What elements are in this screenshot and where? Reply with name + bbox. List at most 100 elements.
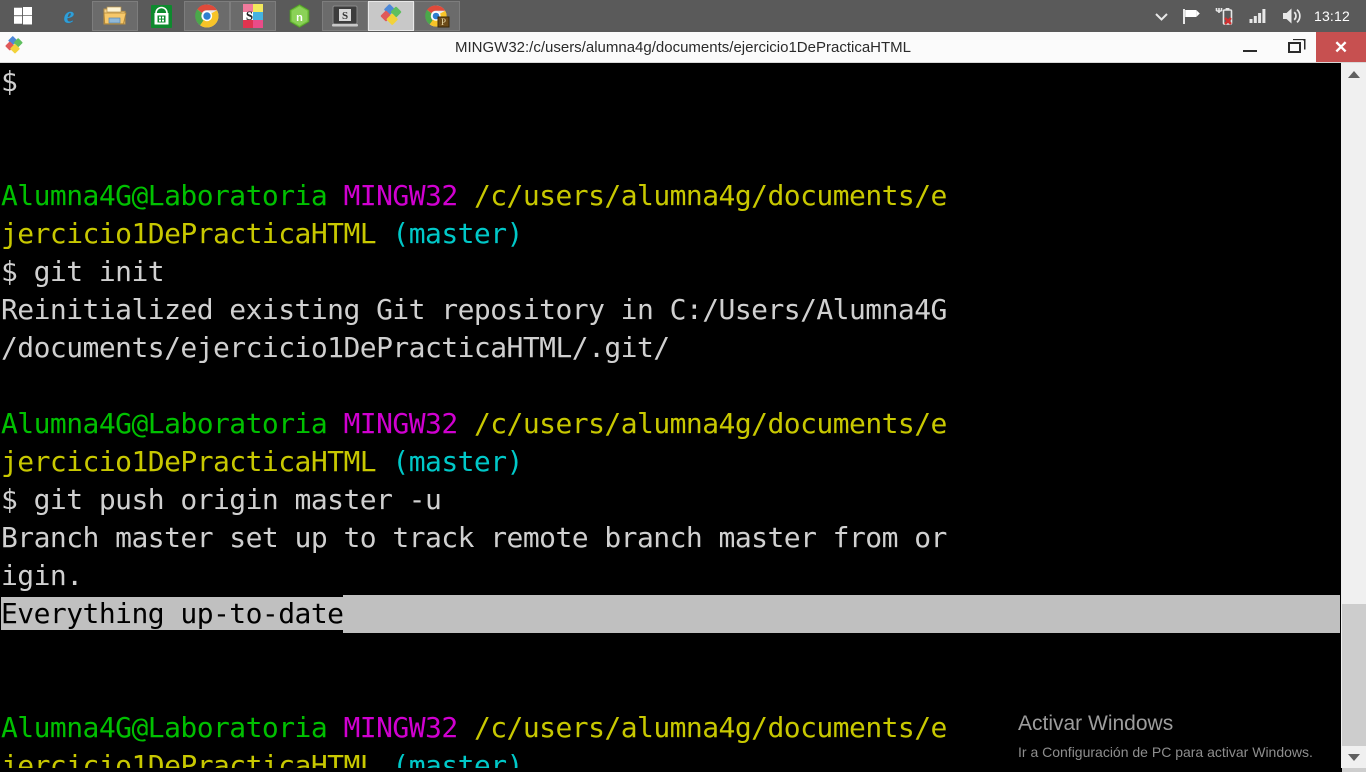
terminal-line: Alumna4G@Laboratoria MINGW32 /c/users/al…: [0, 177, 1340, 215]
terminal-text: (master): [392, 217, 523, 250]
terminal-text: /c/users/alumna4g/documents/e: [473, 711, 947, 744]
terminal-text: (master): [392, 749, 523, 768]
terminal-line: $ git init: [0, 253, 1340, 291]
nodejs-icon: n: [289, 4, 309, 28]
terminal-line: $: [0, 63, 1340, 101]
terminal-text: /documents/ejercicio1DePracticaHTML/.git…: [1, 331, 670, 364]
terminal-text: Reinitialized existing Git repository in…: [1, 293, 947, 326]
scroll-down-button[interactable]: [1341, 746, 1366, 768]
battery-error-icon: [1215, 7, 1233, 25]
terminal-text: MINGW32: [343, 711, 458, 744]
internet-explorer-button[interactable]: e: [46, 1, 92, 31]
terminal-line: Alumna4G@Laboratoria MINGW32 /c/users/al…: [0, 709, 1340, 747]
taskbar-clock[interactable]: 13:12: [1310, 8, 1358, 24]
terminal-line: Everything up-to-date: [0, 595, 1340, 633]
show-hidden-icons-chevron-icon: [1155, 12, 1168, 21]
terminal-text: MINGW32: [343, 179, 458, 212]
terminal-area[interactable]: $ Alumna4G@Laboratoria MINGW32 /c/users/…: [0, 63, 1366, 768]
terminal-line: Reinitialized existing Git repository in…: [0, 291, 1340, 329]
terminal-text: (master): [392, 445, 523, 478]
show-hidden-icons-button[interactable]: [1149, 0, 1174, 32]
action-center-button[interactable]: [1176, 0, 1207, 32]
terminal-text: $ git init: [1, 255, 165, 288]
volume-button[interactable]: [1276, 0, 1308, 32]
svg-text:S: S: [342, 10, 348, 22]
terminal-line: /documents/ejercicio1DePracticaHTML/.git…: [0, 329, 1340, 367]
action-center-flag-icon: [1182, 8, 1200, 24]
terminal-line: Branch master set up to track remote bra…: [0, 519, 1340, 557]
network-signal-icon: [1249, 9, 1266, 23]
internet-explorer-icon: e: [63, 3, 75, 29]
git-bash-window: MINGW32:/c/users/alumna4g/documents/ejer…: [0, 32, 1366, 772]
svg-text:S: S: [246, 8, 253, 23]
terminal-line: $ git push origin master -u: [0, 481, 1340, 519]
terminal-text: Alumna4G@Laboratoria: [1, 179, 328, 212]
network-status-button[interactable]: [1243, 0, 1274, 32]
terminal-text: $: [1, 65, 18, 98]
scroll-up-arrow-icon: [1347, 70, 1360, 78]
scroll-up-button[interactable]: [1341, 63, 1366, 85]
terminal-line: Alumna4G@Laboratoria MINGW32 /c/users/al…: [0, 405, 1340, 443]
chrome-window-button[interactable]: P: [414, 1, 460, 31]
start-button[interactable]: [0, 1, 46, 31]
terminal-scrollbar[interactable]: [1340, 63, 1366, 772]
git-bash-button[interactable]: [368, 1, 414, 31]
terminal-line: jercicio1DePracticaHTML (master): [0, 215, 1340, 253]
sublime-window-icon: S: [332, 5, 358, 27]
terminal-text: /c/users/alumna4g/documents/e: [473, 407, 947, 440]
svg-text:n: n: [296, 12, 303, 24]
scroll-down-arrow-icon: [1347, 753, 1360, 761]
chrome-window-icon: P: [424, 5, 449, 28]
sublime-text-button[interactable]: S: [230, 1, 276, 31]
window-controls: ✕: [1228, 32, 1366, 62]
minimize-button[interactable]: [1228, 32, 1272, 62]
window-title: MINGW32:/c/users/alumna4g/documents/ejer…: [455, 38, 911, 56]
terminal-text: jercicio1DePracticaHTML: [1, 749, 377, 768]
node-js-button[interactable]: n: [276, 1, 322, 31]
close-button[interactable]: ✕: [1316, 32, 1366, 62]
windows-store-icon: [150, 4, 172, 28]
window-titlebar[interactable]: MINGW32:/c/users/alumna4g/documents/ejer…: [0, 32, 1366, 63]
terminal-line: igin.: [0, 557, 1340, 595]
taskbar: e S n S P 13:12: [0, 0, 1366, 32]
selection-fill: [343, 595, 1340, 633]
terminal-text: jercicio1DePracticaHTML: [1, 217, 377, 250]
terminal-output[interactable]: $ Alumna4G@Laboratoria MINGW32 /c/users/…: [0, 63, 1340, 768]
windows-logo-icon: [14, 7, 32, 25]
system-tray: 13:12: [1149, 0, 1366, 32]
google-chrome-button[interactable]: [184, 1, 230, 31]
git-bash-icon: [380, 4, 402, 25]
windows-store-button[interactable]: [138, 1, 184, 31]
battery-status-button[interactable]: [1209, 0, 1241, 32]
file-explorer-icon: [103, 6, 127, 25]
terminal-text: /c/users/alumna4g/documents/e: [473, 179, 947, 212]
terminal-line: jercicio1DePracticaHTML (master): [0, 443, 1340, 481]
terminal-text: $ git push origin master -u: [1, 483, 442, 516]
file-explorer-button[interactable]: [92, 1, 138, 31]
terminal-text: Alumna4G@Laboratoria: [1, 407, 328, 440]
minimize-icon: [1243, 50, 1257, 52]
terminal-line: jercicio1DePracticaHTML (master): [0, 747, 1340, 768]
sublime-text-icon: S: [243, 4, 263, 28]
svg-text:P: P: [440, 17, 445, 27]
restore-button[interactable]: [1272, 32, 1316, 62]
terminal-text: jercicio1DePracticaHTML: [1, 445, 377, 478]
sublime-window-button[interactable]: S: [322, 1, 368, 31]
terminal-text: Alumna4G@Laboratoria: [1, 711, 328, 744]
volume-speaker-icon: [1282, 8, 1301, 24]
terminal-text: igin.: [1, 559, 83, 592]
restore-icon: [1287, 41, 1301, 53]
close-icon: ✕: [1333, 37, 1349, 57]
terminal-text: Everything up-to-date: [1, 597, 344, 630]
